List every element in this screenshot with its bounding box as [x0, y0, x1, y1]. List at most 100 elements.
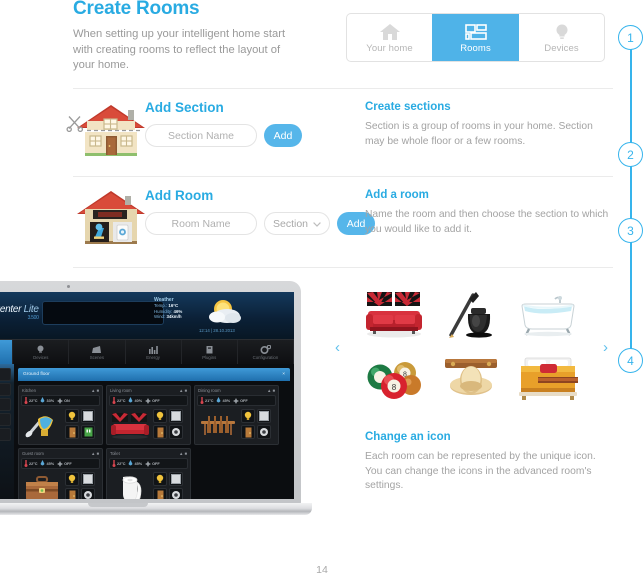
room-card[interactable]: Living room ▲ ■ 22°C 40% OFF: [106, 385, 191, 445]
room-temp: 21°C: [199, 397, 214, 404]
light-control[interactable]: [65, 409, 79, 423]
floorplan-icon: [464, 21, 487, 41]
billiard-balls-icon[interactable]: 8 8: [365, 355, 423, 406]
sidebar-row[interactable]: [0, 428, 11, 441]
window-control[interactable]: [169, 472, 183, 486]
motion-sensor-control[interactable]: [169, 425, 183, 439]
room-card[interactable]: Toilet ▲ ■ 22°C 45% OFF: [106, 448, 191, 499]
tab-devices[interactable]: Devices: [518, 14, 604, 61]
app-nav-scenes[interactable]: Scenes: [69, 340, 126, 365]
app-body: Ground floor × Kitchen ▲ ■ 22°C 33% ON L…: [0, 364, 294, 499]
app-nav-devices[interactable]: Devices: [13, 340, 70, 365]
gallery-next-arrow[interactable]: ›: [603, 340, 608, 355]
floor-close-icon[interactable]: ×: [282, 372, 285, 377]
light-control[interactable]: [153, 409, 167, 423]
living-room-sofa-icon[interactable]: [363, 290, 425, 345]
add-section-row: Add Section Add Create sections Section …: [66, 100, 613, 164]
room-temp: 22°C: [111, 397, 126, 404]
office-inkpot-icon[interactable]: [443, 290, 499, 345]
room-stats: 22°C 45% OFF: [109, 458, 188, 469]
dining-table-icon: [197, 409, 239, 442]
icon-gallery: ‹ › 8 8: [330, 286, 613, 412]
tab-devices-label: Devices: [544, 43, 579, 54]
room-card[interactable]: Kitchen ▲ ■ 22°C 33% ON: [18, 385, 103, 445]
app-nav-bar: Rooms Devices Scenes Energy Plugins: [0, 339, 294, 365]
bedroom-bed-icon[interactable]: [517, 355, 579, 406]
living-room-sofa-icon: [109, 409, 151, 442]
room-stats: 22°C 40% OFF: [109, 395, 188, 406]
app-search-bar[interactable]: [42, 301, 164, 325]
motion-sensor-control[interactable]: [81, 488, 95, 499]
door-control[interactable]: [153, 425, 167, 439]
app-nav-plugins-label: Plugins: [202, 355, 217, 360]
floor-header[interactable]: Ground floor ×: [18, 368, 290, 381]
window-control[interactable]: [81, 409, 95, 423]
step-3[interactable]: 3: [618, 218, 643, 243]
light-control[interactable]: [241, 409, 255, 423]
humidity-label: Humidity:: [154, 308, 173, 314]
tab-rooms[interactable]: Rooms: [432, 14, 518, 61]
bathroom-bathtub-icon[interactable]: [517, 293, 579, 342]
add-room-row: Add Room Section Add Add a room Name the…: [73, 188, 613, 252]
room-card[interactable]: Guest room ▲ ■ 22°C 45% OFF: [18, 448, 103, 499]
room-card-controls[interactable]: ▲ ■: [91, 388, 99, 393]
plug-control[interactable]: [81, 425, 95, 439]
room-card-controls[interactable]: ▲ ■: [179, 451, 187, 456]
chevron-down-icon: [313, 218, 321, 230]
light-control[interactable]: [153, 472, 167, 486]
tab-your-home-label: Your home: [366, 43, 413, 54]
tab-your-home[interactable]: Your home: [347, 14, 432, 61]
door-control[interactable]: [65, 425, 79, 439]
laptop-lid: Home Center Lite 3.500 Weather Temp.: 16…: [0, 281, 301, 504]
toilet-paper-icon: [109, 472, 151, 499]
app-nav-scenes-label: Scenes: [89, 355, 105, 360]
laptop-base: [0, 503, 312, 515]
window-control[interactable]: [257, 409, 271, 423]
step-2[interactable]: 2: [618, 142, 643, 167]
section-select[interactable]: Section: [264, 212, 331, 235]
divider-middle: [73, 176, 613, 177]
door-control[interactable]: [241, 425, 255, 439]
step-4[interactable]: 4: [618, 348, 643, 373]
room-card[interactable]: Dining room ▲ ■ 21°C 45% OFF: [194, 385, 279, 445]
motion-sensor-control[interactable]: [257, 425, 271, 439]
room-fan: OFF: [232, 397, 249, 404]
temp-value: 16°C: [168, 303, 179, 309]
app-nav-rooms[interactable]: Rooms: [0, 340, 14, 365]
add-section-button[interactable]: Add: [264, 124, 302, 147]
app-nav-plugins[interactable]: Plugins: [182, 340, 238, 365]
sidebar-row[interactable]: [0, 383, 11, 396]
step-1[interactable]: 1: [618, 25, 643, 50]
app-nav-energy[interactable]: Energy: [126, 340, 182, 365]
add-room-description: Add a room Name the room and then choose…: [365, 188, 610, 237]
room-humidity: 45%: [215, 397, 231, 404]
weather-datetime: 12:14 | 28.10.2013: [199, 328, 235, 333]
room-humidity: 40%: [127, 397, 143, 404]
room-card-controls[interactable]: ▲ ■: [179, 388, 187, 393]
window-control[interactable]: [81, 472, 95, 486]
section-name-input[interactable]: [145, 124, 257, 147]
room-stats: 22°C 45% OFF: [21, 458, 100, 469]
hallway-hat-rack-icon[interactable]: [442, 355, 500, 406]
sidebar-row[interactable]: [0, 398, 11, 411]
house-with-rooms-icon: [73, 188, 149, 251]
sidebar-row[interactable]: [0, 368, 11, 381]
room-card-controls[interactable]: ▲ ■: [267, 388, 275, 393]
door-control[interactable]: [153, 488, 167, 499]
room-card-list: Kitchen ▲ ■ 22°C 33% ON Living room ▲ ■ …: [18, 381, 290, 499]
room-temp: 22°C: [111, 460, 126, 467]
app-nav-devices-label: Devices: [33, 355, 49, 360]
app-nav-configuration-label: Configuration: [252, 355, 279, 360]
house-icon: [379, 21, 401, 41]
window-control[interactable]: [169, 409, 183, 423]
motion-sensor-control[interactable]: [169, 488, 183, 499]
page-intro-text: When setting up your intelligent home st…: [73, 28, 286, 71]
door-control[interactable]: [65, 488, 79, 499]
light-control[interactable]: [65, 472, 79, 486]
sidebar-row[interactable]: [0, 413, 11, 426]
laptop-notch: [88, 503, 148, 507]
gallery-grid: 8 8: [356, 286, 586, 412]
room-name-input[interactable]: [145, 212, 257, 235]
room-card-controls[interactable]: ▲ ■: [91, 451, 99, 456]
app-nav-configuration[interactable]: Configuration: [238, 340, 294, 365]
